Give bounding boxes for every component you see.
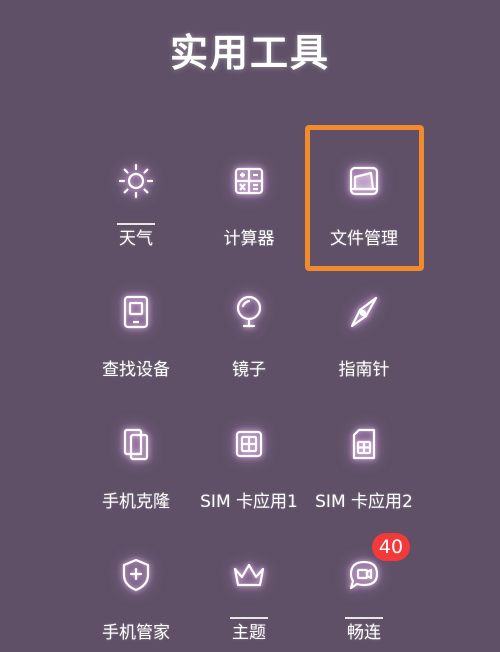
folder-icon <box>344 161 384 201</box>
notification-badge: 40 <box>372 533 410 561</box>
app-label: 计算器 <box>223 229 275 249</box>
app-phone-manager[interactable]: 手机管家 <box>81 541 191 651</box>
app-label: SIM 卡应用1 <box>200 492 298 512</box>
page-title: 实用工具 <box>169 31 330 75</box>
app-phone-clone[interactable]: 手机克隆 <box>81 410 191 520</box>
crown-icon <box>229 555 269 595</box>
mirror-icon <box>229 292 269 332</box>
app-sim-1[interactable]: SIM 卡应用1 <box>194 410 304 520</box>
app-sim-2[interactable]: SIM 卡应用2 <box>309 410 419 520</box>
app-file-manager[interactable]: 文件管理 <box>309 147 419 257</box>
app-weather[interactable]: 天气 <box>81 147 191 257</box>
app-find-device[interactable]: 查找设备 <box>81 278 191 388</box>
app-label: 畅连 <box>347 623 381 643</box>
compass-icon <box>344 292 384 332</box>
app-label: 文件管理 <box>330 229 398 249</box>
app-label: 查找设备 <box>102 360 170 380</box>
phone-clone-icon <box>116 424 156 464</box>
app-label: 镜子 <box>232 360 266 380</box>
app-mirror[interactable]: 镜子 <box>194 278 304 388</box>
app-label: 指南针 <box>338 360 390 380</box>
app-compass[interactable]: 指南针 <box>309 278 419 388</box>
app-themes[interactable]: 主题 <box>194 541 304 651</box>
focus-underline <box>345 617 383 619</box>
app-label: SIM 卡应用2 <box>315 492 413 512</box>
shield-icon <box>116 555 156 595</box>
sun-icon <box>116 161 156 201</box>
focus-underline <box>230 617 268 619</box>
sim-card-icon <box>344 424 384 464</box>
focus-underline <box>117 223 155 225</box>
app-label: 手机管家 <box>102 623 170 643</box>
app-label: 天气 <box>119 229 153 249</box>
app-label: 手机克隆 <box>102 492 170 512</box>
calculator-icon <box>229 161 269 201</box>
phone-icon <box>116 292 156 332</box>
app-label: 主题 <box>232 623 266 643</box>
sim-card-icon <box>229 424 269 464</box>
app-calculator[interactable]: 计算器 <box>194 147 304 257</box>
chat-icon <box>344 555 384 595</box>
